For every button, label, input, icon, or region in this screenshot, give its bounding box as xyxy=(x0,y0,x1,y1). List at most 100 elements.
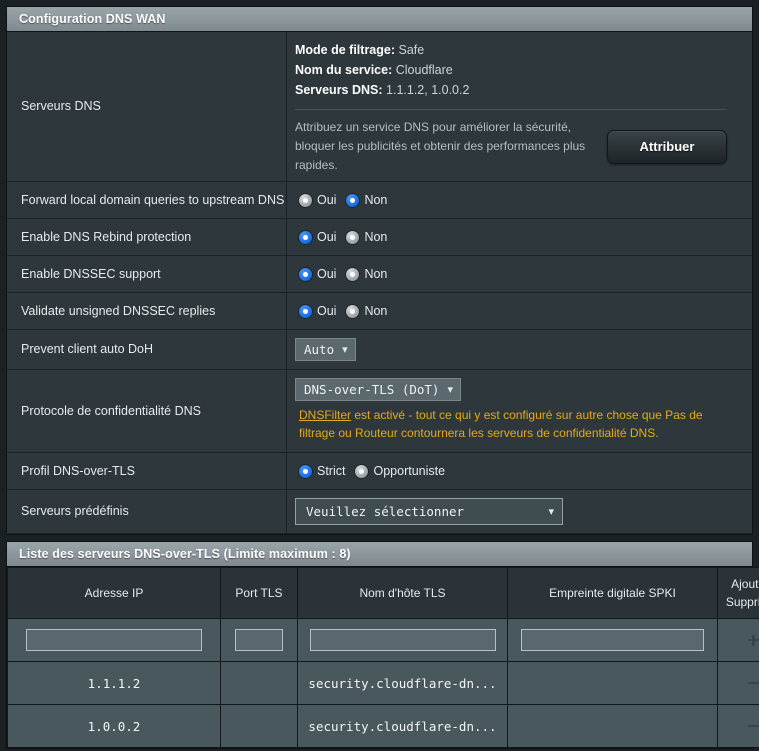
radio-label: Oui xyxy=(317,304,336,318)
radio-validate-unsigned-non[interactable]: Non xyxy=(346,304,387,318)
radio-dot-icon xyxy=(346,305,359,318)
radio-label: Strict xyxy=(317,464,345,478)
radio-group-dnssec: Oui Non xyxy=(295,264,752,284)
dnsfilter-warning: DNSFilter est activé - tout ce qui y est… xyxy=(295,401,752,444)
cell-hostname-input xyxy=(298,619,508,662)
predefined-servers-select[interactable]: Veuillez sélectionner ▾ xyxy=(295,498,563,525)
radio-dot-selected-icon xyxy=(299,305,312,318)
label-dns-rebind-protection: Enable DNS Rebind protection xyxy=(7,219,287,256)
radio-group-dot-profile: Strict Opportuniste xyxy=(295,461,752,481)
panel-title-wan-dns: Configuration DNS WAN xyxy=(7,7,752,32)
table-header-row: Adresse IP Port TLS Nom d'hôte TLS Empre… xyxy=(8,568,759,619)
radio-rebind-oui[interactable]: Oui xyxy=(299,230,336,244)
row-dnssec-support: Enable DNSSEC support Oui Non xyxy=(7,256,752,293)
dns-privacy-protocol-select[interactable]: DNS-over-TLS (DoT) ▾ xyxy=(295,378,461,401)
radio-label: Oui xyxy=(317,193,336,207)
chevron-down-icon: ▾ xyxy=(342,343,348,356)
radio-label: Opportuniste xyxy=(373,464,445,478)
dns-info-line-service-name: Nom du service: Cloudflare xyxy=(295,60,740,80)
radio-label: Oui xyxy=(317,230,336,244)
column-header-ip: Adresse IP xyxy=(8,568,221,619)
column-header-hostname: Nom d'hôte TLS xyxy=(298,568,508,619)
prevent-doh-select-value: Auto xyxy=(304,342,334,357)
cell-remove-action xyxy=(718,705,759,748)
row-dns-rebind-protection: Enable DNS Rebind protection Oui Non xyxy=(7,219,752,256)
chevron-down-icon: ▾ xyxy=(548,505,554,518)
radio-dot-profile-opportunistic[interactable]: Opportuniste xyxy=(355,464,445,478)
table-row: 1.0.0.2 security.cloudflare-dn... xyxy=(8,705,759,748)
dns-info-label-servers: Serveurs DNS: xyxy=(295,83,383,97)
radio-dot-icon xyxy=(299,194,312,207)
divider xyxy=(295,109,726,110)
cell-predefined-servers: Veuillez sélectionner ▾ xyxy=(287,490,753,534)
dns-info-label-service-name: Nom du service: xyxy=(295,63,392,77)
radio-forward-local-non[interactable]: Non xyxy=(346,193,387,207)
prevent-doh-select[interactable]: Auto ▾ xyxy=(295,338,356,361)
column-header-port: Port TLS xyxy=(221,568,298,619)
radio-group-rebind: Oui Non xyxy=(295,227,752,247)
cell-spki-input xyxy=(508,619,718,662)
dns-info-block: Mode de filtrage: Safe Nom du service: C… xyxy=(287,32,752,181)
wan-dns-config-panel: Configuration DNS WAN Serveurs DNS Mode … xyxy=(6,6,753,535)
label-dot-profile: Profil DNS-over-TLS xyxy=(7,453,287,490)
radio-forward-local-oui[interactable]: Oui xyxy=(299,193,336,207)
radio-dnssec-oui[interactable]: Oui xyxy=(299,267,336,281)
radio-label: Non xyxy=(364,230,387,244)
radio-dot-selected-icon xyxy=(299,465,312,478)
dns-info-value-servers: 1.1.1.2, 1.0.0.2 xyxy=(386,83,469,97)
assign-dns-button[interactable]: Attribuer xyxy=(607,130,727,164)
cell-remove-action xyxy=(718,662,759,705)
cell-dot-profile: Strict Opportuniste xyxy=(287,453,753,490)
cell-spki xyxy=(508,705,718,748)
dnsfilter-warning-text: est activé - tout ce qui y est configuré… xyxy=(299,408,703,440)
row-dns-privacy-protocol: Protocole de confidentialité DNS DNS-ove… xyxy=(7,370,752,453)
radio-label: Non xyxy=(364,193,387,207)
port-input[interactable] xyxy=(235,629,283,651)
dns-settings-page: Configuration DNS WAN Serveurs DNS Mode … xyxy=(0,6,759,751)
row-validate-unsigned-dnssec: Validate unsigned DNSSEC replies Oui Non xyxy=(7,293,752,330)
cell-ip: 1.0.0.2 xyxy=(8,705,221,748)
dnsfilter-link[interactable]: DNSFilter xyxy=(299,408,351,422)
label-dns-privacy-protocol: Protocole de confidentialité DNS xyxy=(7,370,287,453)
radio-label: Non xyxy=(364,304,387,318)
radio-dot-selected-icon xyxy=(299,268,312,281)
cell-dns-rebind-protection: Oui Non xyxy=(287,219,753,256)
radio-rebind-non[interactable]: Non xyxy=(346,230,387,244)
cell-prevent-client-auto-doh: Auto ▾ xyxy=(287,330,753,370)
radio-validate-unsigned-oui[interactable]: Oui xyxy=(299,304,336,318)
hostname-input[interactable] xyxy=(310,629,496,651)
row-prevent-client-auto-doh: Prevent client auto DoH Auto ▾ xyxy=(7,330,752,370)
radio-dot-selected-icon xyxy=(346,194,359,207)
panel-title-dot-list: Liste des serveurs DNS-over-TLS (Limite … xyxy=(7,542,752,567)
radio-label: Non xyxy=(364,267,387,281)
chevron-down-icon: ▾ xyxy=(447,383,453,396)
radio-dot-profile-strict[interactable]: Strict xyxy=(299,464,345,478)
cell-port xyxy=(221,705,298,748)
spki-input[interactable] xyxy=(521,629,704,651)
radio-label: Oui xyxy=(317,267,336,281)
ip-input[interactable] xyxy=(26,629,202,651)
dns-privacy-protocol-select-value: DNS-over-TLS (DoT) xyxy=(304,382,439,397)
dot-server-list-panel: Liste des serveurs DNS-over-TLS (Limite … xyxy=(6,541,753,749)
cell-port-input xyxy=(221,619,298,662)
radio-dnssec-non[interactable]: Non xyxy=(346,267,387,281)
radio-dot-icon xyxy=(346,268,359,281)
cell-port xyxy=(221,662,298,705)
row-predefined-servers: Serveurs prédéfinis Veuillez sélectionne… xyxy=(7,490,752,534)
dns-info-value-filter-mode: Safe xyxy=(399,43,425,57)
dns-settings-table: Serveurs DNS Mode de filtrage: Safe Nom … xyxy=(7,32,752,534)
label-predefined-servers: Serveurs prédéfinis xyxy=(7,490,287,534)
label-forward-local-queries: Forward local domain queries to upstream… xyxy=(7,182,287,219)
dns-info-value-service-name: Cloudflare xyxy=(396,63,453,77)
dns-info-line-filter-mode: Mode de filtrage: Safe xyxy=(295,40,740,60)
row-dns-servers: Serveurs DNS Mode de filtrage: Safe Nom … xyxy=(7,32,752,182)
radio-group-validate-unsigned: Oui Non xyxy=(295,301,752,321)
dns-info-line-servers: Serveurs DNS: 1.1.1.2, 1.0.0.2 xyxy=(295,80,740,100)
label-dns-servers: Serveurs DNS xyxy=(7,32,287,182)
radio-dot-icon xyxy=(355,465,368,478)
cell-dns-servers-info: Mode de filtrage: Safe Nom du service: C… xyxy=(287,32,753,182)
radio-dot-icon xyxy=(346,231,359,244)
cell-hostname: security.cloudflare-dn... xyxy=(298,705,508,748)
dot-server-table: Adresse IP Port TLS Nom d'hôte TLS Empre… xyxy=(7,567,759,748)
radio-dot-selected-icon xyxy=(299,231,312,244)
